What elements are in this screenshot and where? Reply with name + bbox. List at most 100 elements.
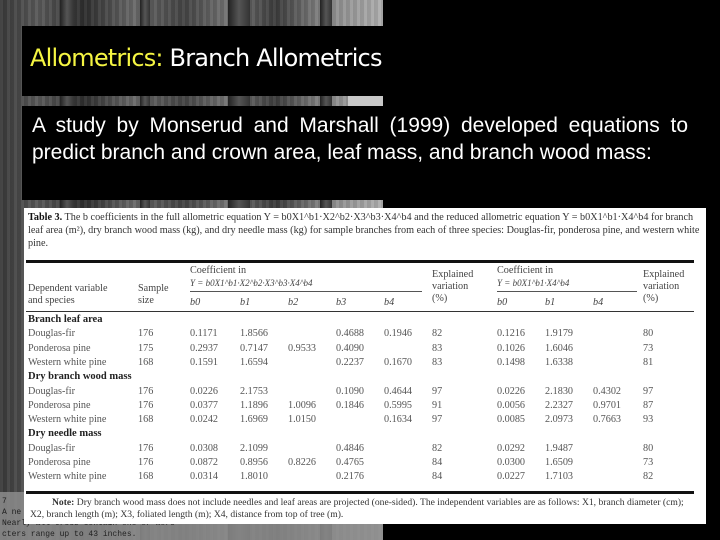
header-text: (%) — [432, 293, 448, 304]
header-text: (%) — [643, 293, 659, 304]
value-cell-b1: 2.1099 — [240, 442, 269, 454]
value-cell-r-b1: 1.6509 — [545, 457, 574, 468]
header-equation: Y = b0X1^b1·X2^b2·X3^b3·X4^b4 — [190, 278, 313, 288]
header-text: variation — [432, 281, 469, 292]
value-cell-b0: 0.0308 — [190, 442, 219, 454]
species-cell: Douglas-fir — [28, 385, 75, 397]
group-heading: Branch leaf area — [28, 314, 103, 325]
value-cell-b3: 0.4090 — [336, 342, 365, 354]
value-cell-r-b0: 0.1216 — [497, 328, 526, 340]
header-text: and species — [28, 295, 75, 306]
value-cell-b0: 0.2937 — [190, 342, 219, 354]
species-cell: Ponderosa pine — [28, 457, 91, 468]
group-heading: Dry branch wood mass — [28, 371, 132, 383]
value-cell-n: 176 — [138, 328, 154, 340]
value-cell-n: 175 — [138, 342, 154, 354]
value-cell-ev: 97 — [432, 414, 443, 426]
value-cell-r-b0: 0.0056 — [497, 399, 526, 411]
title-main: Branch Allometrics — [162, 44, 383, 72]
slide-body-text: A study by Monserud and Marshall (1999) … — [22, 106, 698, 200]
value-cell-n: 176 — [138, 399, 154, 411]
value-cell-b4: 0.5995 — [384, 399, 413, 411]
value-cell-b2: 0.9533 — [288, 342, 317, 354]
col-header-reduced-b4: b4 — [593, 297, 604, 308]
value-cell-r-ev: 93 — [643, 414, 654, 426]
species-cell: Western white pine — [28, 471, 107, 483]
value-cell-b4: 0.1946 — [384, 328, 413, 340]
header-text: Coefficient in — [497, 265, 554, 276]
value-cell-b1: 0.7147 — [240, 342, 269, 354]
value-cell-b0: 0.0872 — [190, 457, 219, 468]
value-cell-r-b0: 0.0085 — [497, 414, 526, 426]
value-cell-b1: 0.8956 — [240, 457, 269, 468]
table-caption-body: The b coefficients in the full allometri… — [28, 212, 700, 249]
header-text: Explained — [432, 269, 474, 280]
value-cell-r-b1: 1.6046 — [545, 342, 574, 354]
species-cell: Western white pine — [28, 414, 107, 426]
value-cell-b3: 0.2237 — [336, 356, 365, 368]
table-top-rule — [26, 260, 694, 263]
value-cell-n: 176 — [138, 457, 154, 468]
value-cell-b1: 2.1753 — [240, 385, 269, 397]
header-bottom-rule — [26, 311, 694, 312]
species-cell: Douglas-fir — [28, 442, 75, 454]
value-cell-r-b4: 0.9701 — [593, 399, 622, 411]
col-header-reduced-b1: b1 — [545, 297, 556, 308]
species-cell: Douglas-fir — [28, 328, 75, 340]
value-cell-r-b1: 2.0973 — [545, 414, 574, 426]
note-text: Dry branch wood mass does not include ne… — [30, 497, 684, 520]
value-cell-b1: 1.6594 — [240, 356, 269, 368]
value-cell-n: 168 — [138, 356, 154, 368]
value-cell-ev: 83 — [432, 356, 443, 368]
value-cell-n: 168 — [138, 471, 154, 483]
value-cell-b3: 0.4688 — [336, 328, 365, 340]
value-cell-r-b1: 1.9487 — [545, 442, 574, 454]
table-bottom-rule — [26, 491, 694, 494]
header-text: Coefficient in — [190, 265, 247, 276]
value-cell-b2: 0.8226 — [288, 457, 317, 468]
header-explained-variation-reduced: Explained variation (%) — [643, 269, 684, 305]
note-label: Note: — [52, 497, 75, 508]
title-accent: Allometrics: — [30, 44, 164, 72]
value-cell-r-ev: 87 — [643, 399, 654, 411]
value-cell-r-b4: 0.7663 — [593, 414, 622, 426]
value-cell-b0: 0.0314 — [190, 471, 219, 483]
header-sample-size: Sample size — [138, 283, 169, 307]
header-text: Dependent variable — [28, 283, 108, 294]
value-cell-ev: 82 — [432, 328, 443, 340]
value-cell-ev: 83 — [432, 342, 443, 354]
value-cell-ev: 84 — [432, 457, 443, 468]
value-cell-b0: 0.1591 — [190, 356, 219, 368]
value-cell-r-b1: 2.1830 — [545, 385, 574, 397]
value-cell-b0: 0.0226 — [190, 385, 219, 397]
header-reduced-equation: Coefficient in Y = b0X1^b1·X4^b4 — [497, 265, 569, 289]
value-cell-r-b0: 0.0226 — [497, 385, 526, 397]
table-note: Note: Dry branch wood mass does not incl… — [30, 497, 700, 521]
value-cell-r-ev: 82 — [643, 471, 654, 483]
value-cell-r-b1: 1.7103 — [545, 471, 574, 483]
value-cell-b3: 0.4846 — [336, 442, 365, 454]
value-cell-r-b1: 2.2327 — [545, 399, 574, 411]
value-cell-b0: 0.0242 — [190, 414, 219, 426]
header-dependent-variable: Dependent variable and species — [28, 283, 107, 307]
header-subrule — [190, 291, 422, 292]
value-cell-b4: 0.4644 — [384, 385, 413, 397]
header-subrule — [497, 291, 637, 292]
col-header-b3: b3 — [336, 297, 347, 308]
value-cell-r-b0: 0.1026 — [497, 342, 526, 354]
value-cell-b3: 0.4765 — [336, 457, 365, 468]
value-cell-b0: 0.0377 — [190, 399, 219, 411]
col-header-b0: b0 — [190, 297, 201, 308]
value-cell-n: 176 — [138, 442, 154, 454]
value-cell-r-ev: 73 — [643, 342, 654, 354]
coefficient-table: Table 3. The b coefficients in the full … — [24, 208, 706, 524]
col-header-reduced-b0: b0 — [497, 297, 508, 308]
group-heading: Dry needle mass — [28, 428, 102, 440]
value-cell-b2: 1.0096 — [288, 399, 317, 411]
value-cell-r-ev: 80 — [643, 442, 654, 454]
value-cell-r-b1: 1.9179 — [545, 328, 574, 340]
table-caption: Table 3. The b coefficients in the full … — [28, 211, 700, 250]
value-cell-r-ev: 81 — [643, 356, 654, 368]
value-cell-r-b0: 0.0227 — [497, 471, 526, 483]
header-explained-variation: Explained variation (%) — [432, 269, 473, 305]
